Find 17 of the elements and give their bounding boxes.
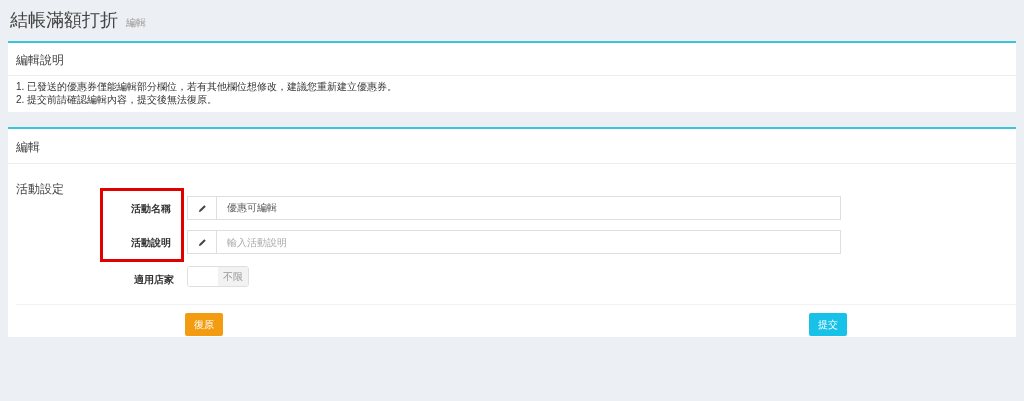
pencil-icon	[197, 203, 207, 213]
toggle-switch[interactable]: 不限	[187, 265, 249, 287]
panel-title: 編輯	[16, 140, 40, 154]
panel-title: 編輯說明	[16, 53, 64, 67]
pencil-icon	[197, 237, 207, 247]
field-label: 活動說明	[131, 235, 171, 250]
input-field[interactable]: 優惠可編輯	[217, 196, 841, 220]
field-label: 適用店家	[134, 272, 174, 287]
field-label: 活動名稱	[131, 201, 171, 216]
submit-button[interactable]: 提交	[809, 313, 847, 336]
page-title: 結帳滿額打折	[10, 10, 118, 30]
page-subtitle: 編輯	[126, 16, 146, 30]
reset-button[interactable]: 復原	[185, 313, 223, 336]
input-field[interactable]: 輸入活動說明	[217, 230, 841, 254]
section-title: 活動設定	[16, 182, 64, 196]
notice-text: 1. 已發送的優惠券僅能編輯部分欄位，若有其他欄位想修改，建議您重新建立優惠券。	[16, 80, 398, 93]
notice-text: 2. 提交前請確認編輯內容，提交後無法復原。	[16, 93, 218, 106]
